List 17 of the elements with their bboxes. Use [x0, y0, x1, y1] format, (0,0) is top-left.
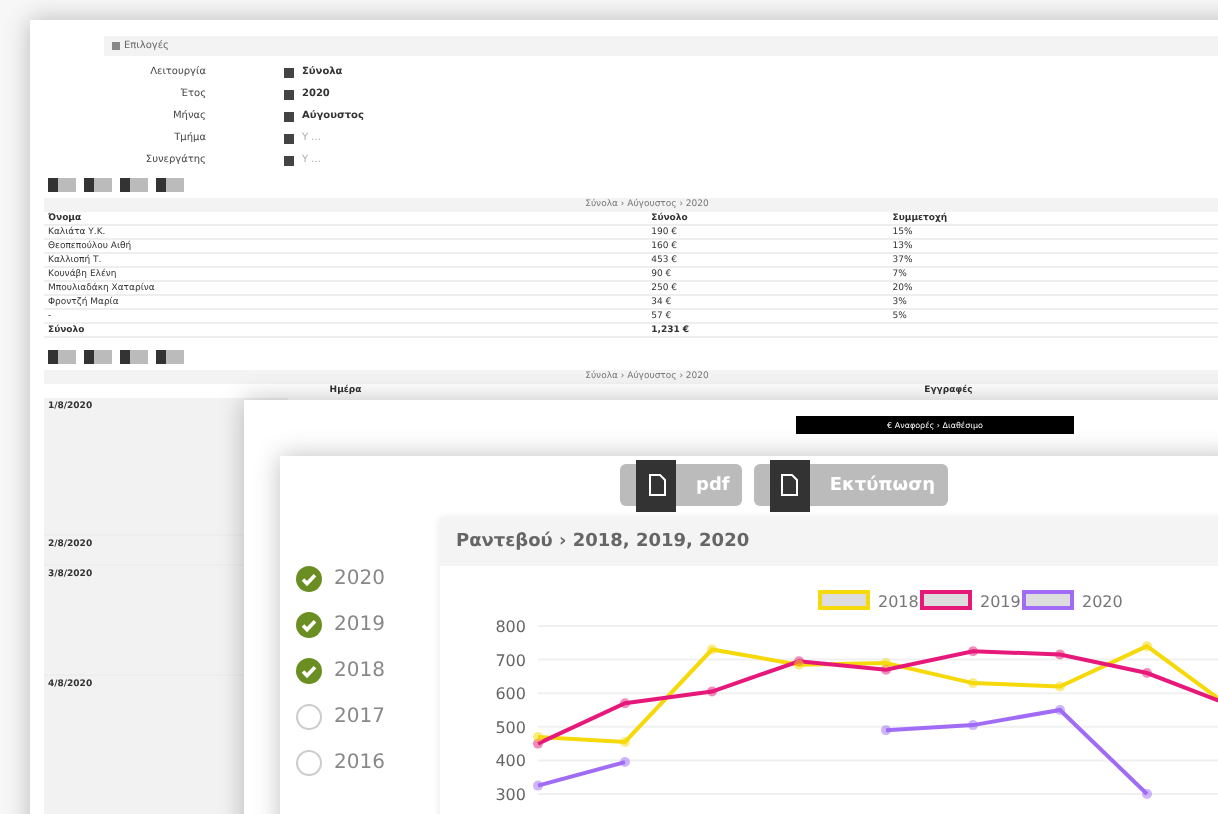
chart-title: Ραντεβού › 2018, 2019, 2020: [440, 518, 1218, 566]
legend-label: 2019: [980, 593, 1021, 611]
y-tick-label: 800: [495, 618, 526, 636]
y-tick-label: 500: [495, 718, 526, 737]
year-label: 2016: [334, 752, 385, 774]
y-tick-label: 400: [495, 752, 526, 771]
legend-label: 2018: [878, 593, 919, 611]
y-tick-label: 600: [495, 685, 526, 704]
year-label: 2019: [334, 614, 385, 636]
y-tick-label: 700: [495, 651, 526, 670]
year-label: 2018: [334, 660, 385, 682]
year-label: 2017: [334, 706, 385, 728]
export-button[interactable]: Εκτύπωση: [753, 464, 948, 506]
year-label: 2020: [334, 568, 385, 590]
legend-label: 2020: [1082, 593, 1123, 611]
y-tick-label: 300: [495, 786, 526, 804]
export-button[interactable]: pdf: [620, 464, 742, 506]
